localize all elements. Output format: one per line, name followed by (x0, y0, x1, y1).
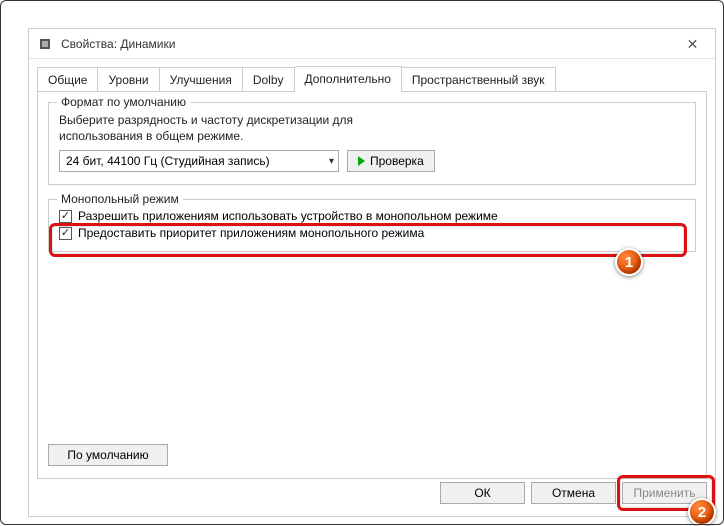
test-button[interactable]: Проверка (347, 150, 435, 172)
properties-window: Свойства: Динамики ✕ Общие Уровни Улучше… (28, 28, 716, 517)
tab-general[interactable]: Общие (37, 67, 98, 92)
ok-button[interactable]: ОК (440, 482, 525, 504)
play-icon (358, 156, 365, 166)
tab-dolby[interactable]: Dolby (243, 67, 295, 92)
titlebar: Свойства: Динамики ✕ (29, 29, 715, 59)
default-format-group: Формат по умолчанию Выберите разрядность… (48, 102, 696, 185)
checkbox-allow-exclusive[interactable] (59, 210, 72, 223)
chevron-down-icon: ▾ (329, 156, 334, 167)
tab-enhancements[interactable]: Улучшения (160, 67, 243, 92)
window-title: Свойства: Динамики (61, 37, 175, 51)
close-button[interactable]: ✕ (670, 29, 715, 59)
restore-defaults-button[interactable]: По умолчанию (48, 444, 168, 466)
annotation-marker-1: 1 (615, 248, 643, 276)
dialog-footer: ОК Отмена Применить (37, 478, 707, 508)
exclusive-priority-row[interactable]: Предоставить приоритет приложениям моноп… (59, 226, 685, 240)
checkbox-priority-exclusive[interactable] (59, 227, 72, 240)
sample-format-select[interactable]: 24 бит, 44100 Гц (Студийная запись) ▾ (59, 150, 339, 172)
group-title-format: Формат по умолчанию (57, 95, 190, 109)
checkbox-allow-exclusive-label: Разрешить приложениям использовать устро… (78, 209, 498, 223)
annotation-marker-2: 2 (688, 498, 716, 526)
tab-body-advanced: Формат по умолчанию Выберите разрядность… (37, 91, 707, 479)
speaker-icon (37, 36, 53, 52)
exclusive-allow-row[interactable]: Разрешить приложениям использовать устро… (59, 209, 685, 223)
tab-strip: Общие Уровни Улучшения Dolby Дополнитель… (29, 59, 715, 91)
combo-value: 24 бит, 44100 Гц (Студийная запись) (66, 154, 270, 168)
checkbox-priority-exclusive-label: Предоставить приоритет приложениям моноп… (78, 226, 424, 240)
format-description: Выберите разрядность и частоту дискретиз… (59, 113, 685, 144)
exclusive-mode-group: Монопольный режим Разрешить приложениям … (48, 199, 696, 252)
tab-spatial[interactable]: Пространственный звук (402, 67, 556, 92)
tab-levels[interactable]: Уровни (98, 67, 159, 92)
tab-advanced[interactable]: Дополнительно (295, 66, 402, 92)
cancel-button[interactable]: Отмена (531, 482, 616, 504)
group-title-mono: Монопольный режим (57, 192, 183, 206)
